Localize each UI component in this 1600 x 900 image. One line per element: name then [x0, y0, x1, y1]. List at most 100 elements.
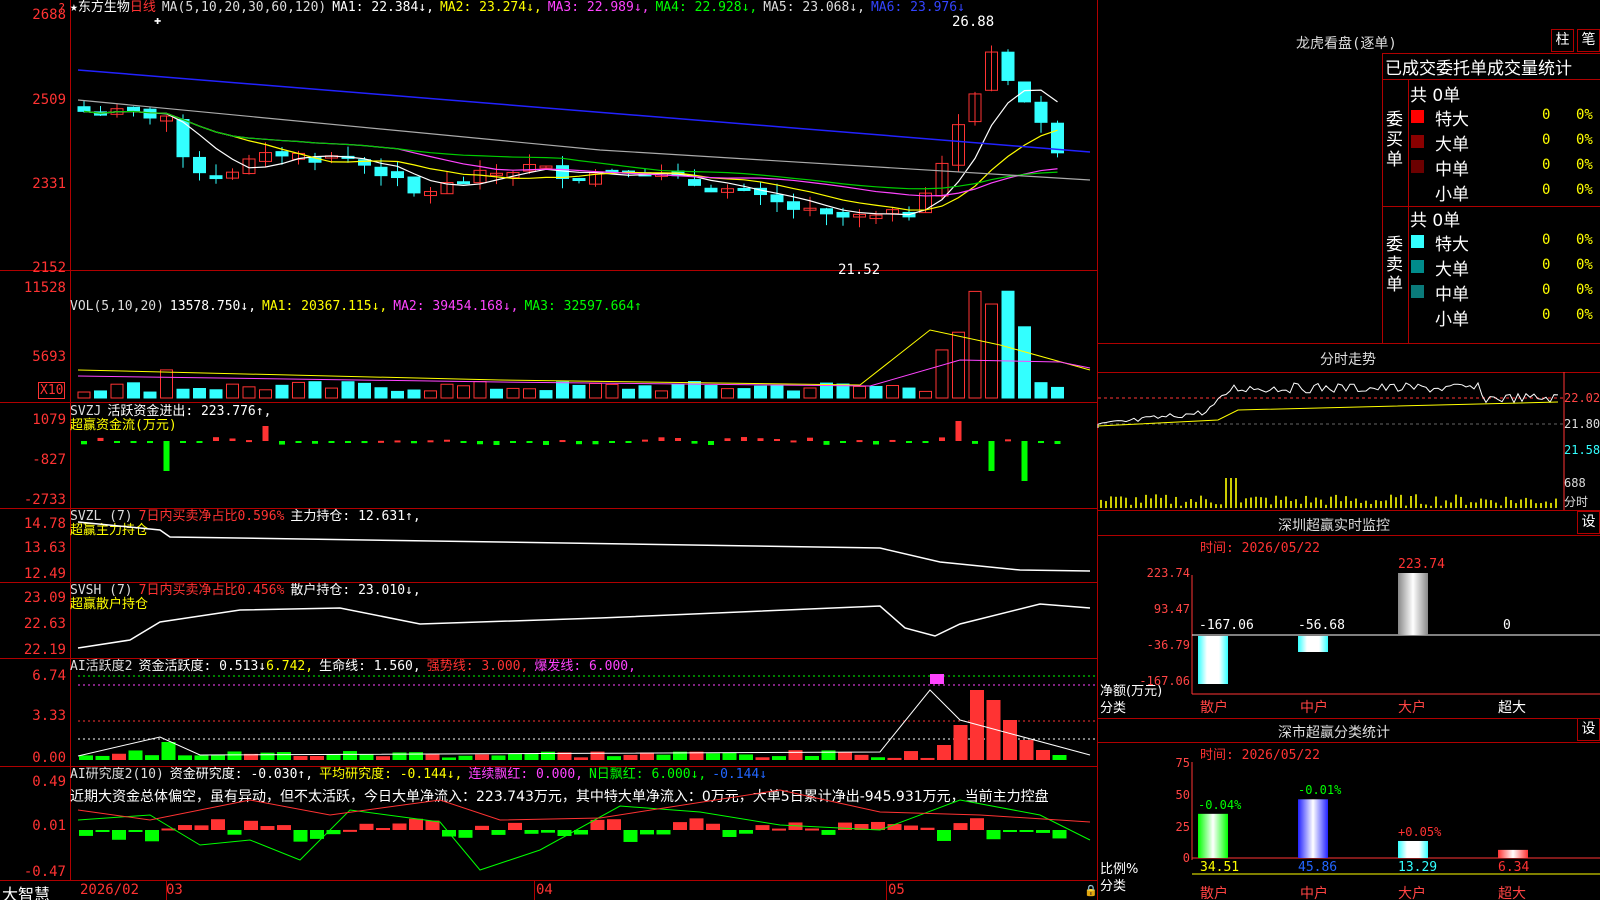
volume-bar — [424, 390, 437, 399]
research-bar — [293, 830, 308, 842]
fenshi-volume-bar — [1210, 502, 1212, 508]
fund-flow-bar — [147, 441, 153, 444]
fund-flow-bar — [1021, 441, 1028, 481]
research-bar — [673, 822, 687, 830]
class-ratio-bar — [1298, 799, 1328, 858]
research-bar — [178, 825, 192, 830]
fenshi-volume-bar — [1500, 505, 1502, 508]
fenshi-volume-bar — [1150, 498, 1152, 508]
research-bar — [640, 830, 654, 835]
activity-bar — [904, 751, 918, 760]
fenshi-volume-bar — [1260, 497, 1262, 508]
fund-flow-bar — [262, 426, 269, 441]
fenshi-volume-bar — [1450, 502, 1452, 508]
volume-bar — [622, 388, 635, 399]
fenshi-volume-bar — [1145, 494, 1147, 508]
candle — [572, 178, 586, 182]
research-bar — [706, 823, 720, 830]
activity-bar — [607, 756, 621, 760]
fenshi-volume-bar — [1330, 496, 1332, 508]
research-bar — [541, 830, 555, 833]
volume-bar — [589, 382, 602, 399]
fund-flow-bar — [526, 441, 533, 443]
fund-flow-bar — [312, 441, 318, 444]
activity-bar — [524, 753, 539, 760]
fund-flow-bar — [840, 441, 846, 443]
fenshi-volume-bar — [1435, 496, 1437, 508]
fund-flow-bar — [972, 441, 978, 444]
activity-bar — [1052, 755, 1067, 760]
fenshi-volume-bar — [1220, 504, 1222, 508]
candle — [457, 181, 470, 185]
volume-bar — [160, 369, 173, 399]
fund-flow-bar — [510, 441, 516, 443]
research-bar — [277, 825, 291, 830]
research-bar — [623, 830, 638, 842]
research-bar — [970, 818, 984, 830]
fenshi-volume-bar — [1255, 496, 1257, 508]
fund-flow-bar — [1038, 441, 1044, 444]
fenshi-volume-bar — [1375, 500, 1377, 508]
research-bar — [689, 818, 704, 830]
class-ratio-bar — [1398, 840, 1428, 858]
activity-bar — [227, 751, 242, 760]
fenshi-volume-bar — [1495, 502, 1497, 508]
volume-bar — [523, 388, 536, 399]
research-bar — [1003, 830, 1017, 832]
fenshi-volume-bar — [1510, 500, 1512, 508]
activity-bar — [442, 757, 456, 760]
activity-bar — [211, 754, 225, 760]
fenshi-volume-bar — [1410, 496, 1412, 508]
volume-bar — [391, 390, 404, 399]
fenshi-volume-bar — [1300, 503, 1302, 508]
fund-flow-bar — [427, 440, 434, 443]
fenshi-volume-bar — [1280, 499, 1282, 508]
retail-flow-bar — [1198, 636, 1228, 684]
research-bar — [359, 823, 374, 830]
research-bar — [1019, 830, 1034, 832]
fenshi-volume-bar — [1105, 501, 1107, 508]
fenshi-volume-bar — [1445, 500, 1447, 508]
fund-flow-bar — [229, 438, 236, 441]
volume-bar — [1051, 386, 1064, 399]
fund-flow-bar — [130, 441, 137, 444]
fenshi-volume-bar — [1490, 500, 1492, 508]
fund-flow-bar — [295, 441, 302, 443]
main-chart-area[interactable]: 2688 2509 2331 2152 ? ★东方生物日线 MA(5,10,20,… — [0, 0, 1098, 900]
fund-flow-bar — [741, 437, 747, 441]
fenshi-volume-bar — [1230, 478, 1232, 508]
activity-bar — [128, 750, 143, 760]
volume-bar — [1001, 290, 1015, 399]
volume-bar — [457, 385, 470, 399]
volume-bar — [968, 290, 982, 399]
fenshi-volume-bar — [1205, 499, 1207, 508]
volume-bar — [638, 385, 652, 399]
fenshi-avg-line — [1097, 401, 1559, 427]
fenshi-volume-bar — [1310, 502, 1312, 508]
volume-bar — [572, 384, 586, 399]
volume-bar — [556, 381, 569, 399]
research-bar — [904, 825, 918, 830]
volume-bar — [655, 390, 668, 399]
fund-flow-bar — [889, 439, 896, 442]
fund-flow-bar — [691, 441, 698, 444]
volume-bar — [292, 381, 305, 399]
fenshi-volume-bar — [1160, 497, 1162, 508]
candle — [1034, 101, 1048, 123]
research-bar — [458, 830, 473, 838]
fund-flow-bar — [939, 437, 945, 441]
fund-flow-bar — [559, 440, 566, 443]
fenshi-volume-bar — [1440, 505, 1442, 508]
class-ratio-bar — [1498, 849, 1528, 858]
activity-bar — [1003, 720, 1017, 760]
fund-flow-bar — [361, 441, 368, 444]
research-bar — [821, 830, 836, 835]
fenshi-volume-bar — [1200, 495, 1202, 508]
activity-bar — [343, 751, 357, 760]
fund-flow-bar — [576, 441, 582, 445]
volume-bar — [374, 387, 388, 399]
activity-bar — [491, 755, 506, 760]
volume-bar — [869, 385, 883, 399]
activity-bar — [755, 757, 770, 760]
volume-bar — [1018, 326, 1031, 399]
